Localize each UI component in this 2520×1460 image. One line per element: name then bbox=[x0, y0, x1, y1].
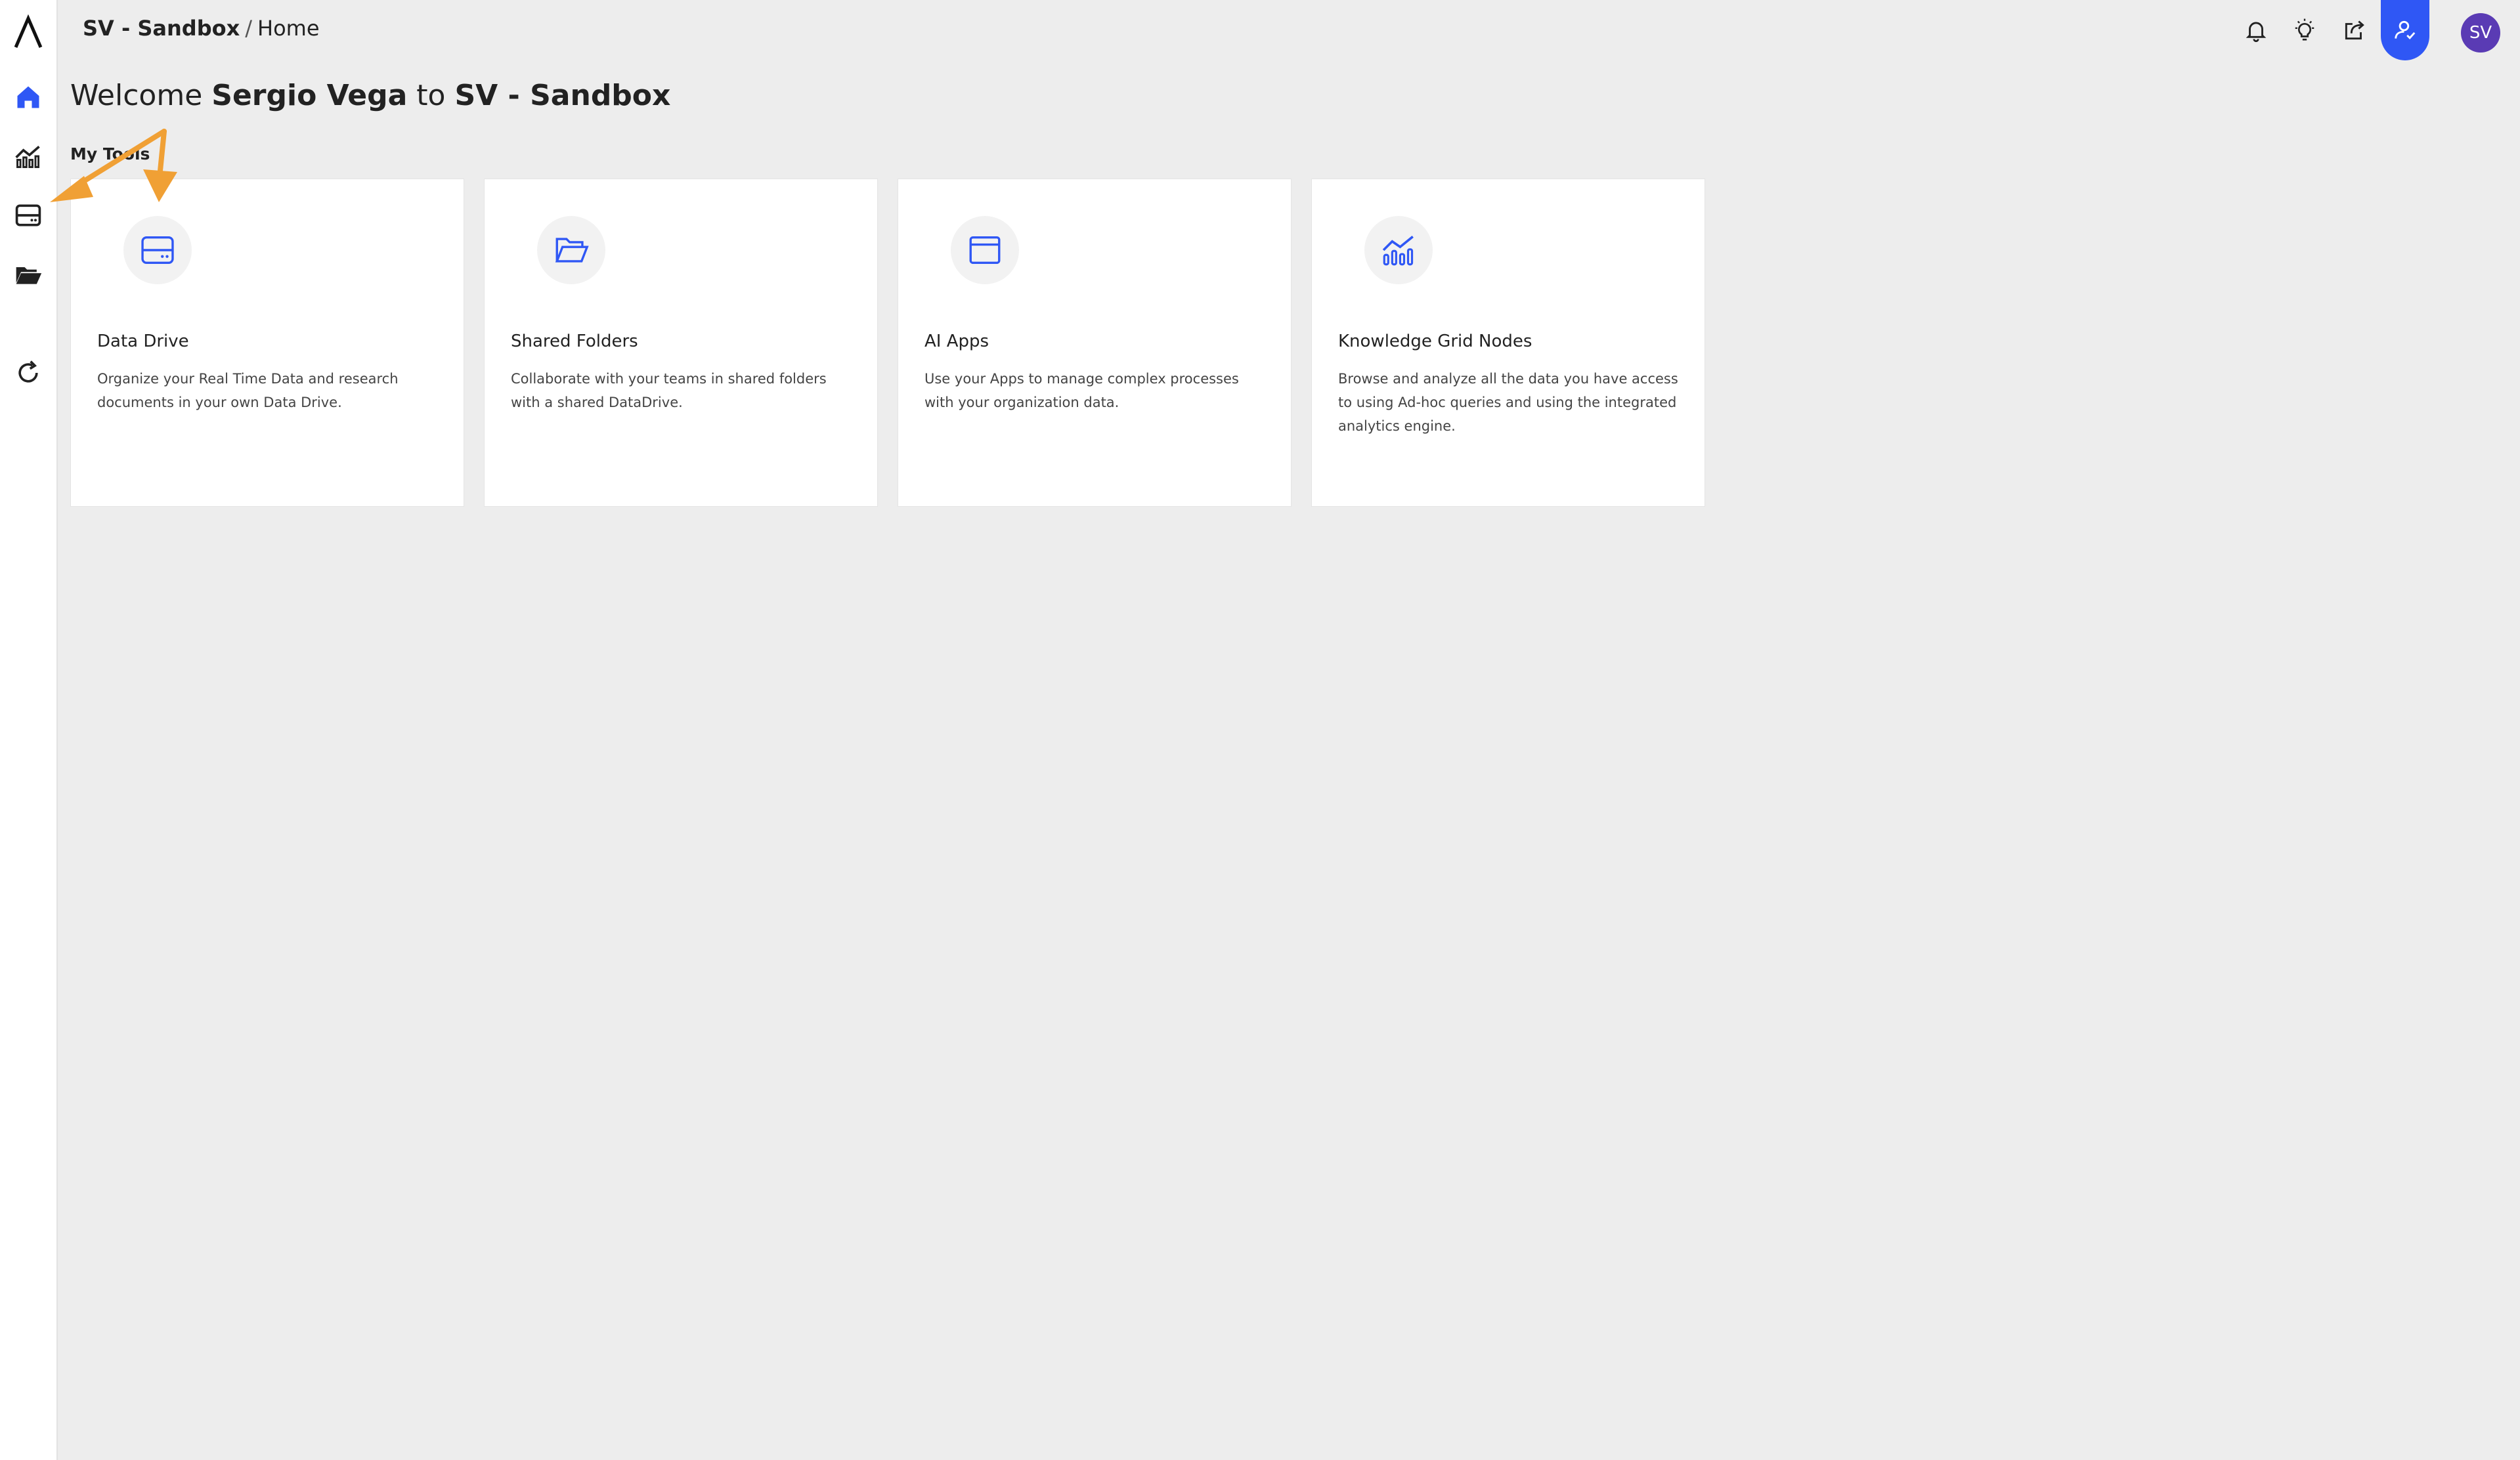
card-title: Data Drive bbox=[97, 332, 189, 351]
card-description: Use your Apps to manage complex processe… bbox=[924, 371, 1239, 410]
card-description: Browse and analyze all the data you have… bbox=[1338, 371, 1678, 434]
share-icon bbox=[2345, 20, 2364, 40]
data-drive-icon bbox=[141, 236, 174, 265]
analytics-chart-icon bbox=[15, 145, 40, 168]
breadcrumb: SV - Sandbox / Home bbox=[83, 16, 320, 41]
app-logo-icon[interactable] bbox=[12, 14, 45, 50]
section-label-my-tools: My Tools bbox=[70, 144, 150, 163]
card-description: Organize your Real Time Data and researc… bbox=[97, 371, 399, 410]
sidebar bbox=[0, 0, 58, 1460]
user-manage-icon bbox=[2395, 20, 2416, 39]
sidebar-item-shared-folders[interactable] bbox=[0, 248, 56, 301]
welcome-workspace-name: SV - Sandbox bbox=[454, 79, 671, 112]
breadcrumb-separator: / bbox=[245, 16, 253, 41]
refresh-icon bbox=[18, 360, 38, 383]
sidebar-item-home[interactable] bbox=[0, 71, 56, 123]
top-bar: SV - Sandbox / Home bbox=[58, 0, 2520, 60]
folder-open-icon bbox=[16, 267, 42, 284]
sidebar-item-analytics[interactable] bbox=[0, 130, 56, 182]
folder-open-icon bbox=[555, 238, 589, 263]
card-title: AI Apps bbox=[924, 332, 989, 351]
breadcrumb-current-page: Home bbox=[257, 16, 320, 41]
analytics-chart-icon bbox=[1382, 236, 1414, 266]
notifications-button[interactable] bbox=[2238, 12, 2274, 49]
tool-card-knowledge-grid-nodes[interactable]: Knowledge Grid Nodes Browse and analyze … bbox=[1311, 179, 1705, 507]
avatar[interactable]: SV bbox=[2461, 13, 2500, 53]
ideas-button[interactable] bbox=[2286, 12, 2323, 49]
user-management-button[interactable] bbox=[2381, 0, 2429, 60]
welcome-prefix: Welcome bbox=[70, 79, 203, 112]
app-window-icon bbox=[969, 236, 1001, 265]
data-drive-icon bbox=[15, 204, 41, 226]
breadcrumb-workspace[interactable]: SV - Sandbox bbox=[83, 16, 240, 41]
tool-card-data-drive[interactable]: Data Drive Organize your Real Time Data … bbox=[70, 179, 464, 507]
sidebar-item-refresh[interactable] bbox=[0, 347, 56, 399]
tool-card-ai-apps[interactable]: AI Apps Use your Apps to manage complex … bbox=[898, 179, 1292, 507]
page-title: Welcome Sergio Vega to SV - Sandbox bbox=[70, 79, 670, 112]
card-title: Shared Folders bbox=[511, 332, 638, 351]
sidebar-item-data-drive[interactable] bbox=[0, 189, 56, 242]
share-button[interactable] bbox=[2336, 12, 2373, 49]
welcome-middle: to bbox=[416, 79, 446, 112]
tool-card-shared-folders[interactable]: Shared Folders Collaborate with your tea… bbox=[484, 179, 878, 507]
card-description: Collaborate with your teams in shared fo… bbox=[511, 371, 827, 410]
home-icon bbox=[17, 86, 39, 108]
bell-icon bbox=[2246, 22, 2267, 42]
lightbulb-icon bbox=[2295, 18, 2314, 41]
card-title: Knowledge Grid Nodes bbox=[1338, 332, 1532, 351]
welcome-user-name: Sergio Vega bbox=[211, 79, 408, 112]
